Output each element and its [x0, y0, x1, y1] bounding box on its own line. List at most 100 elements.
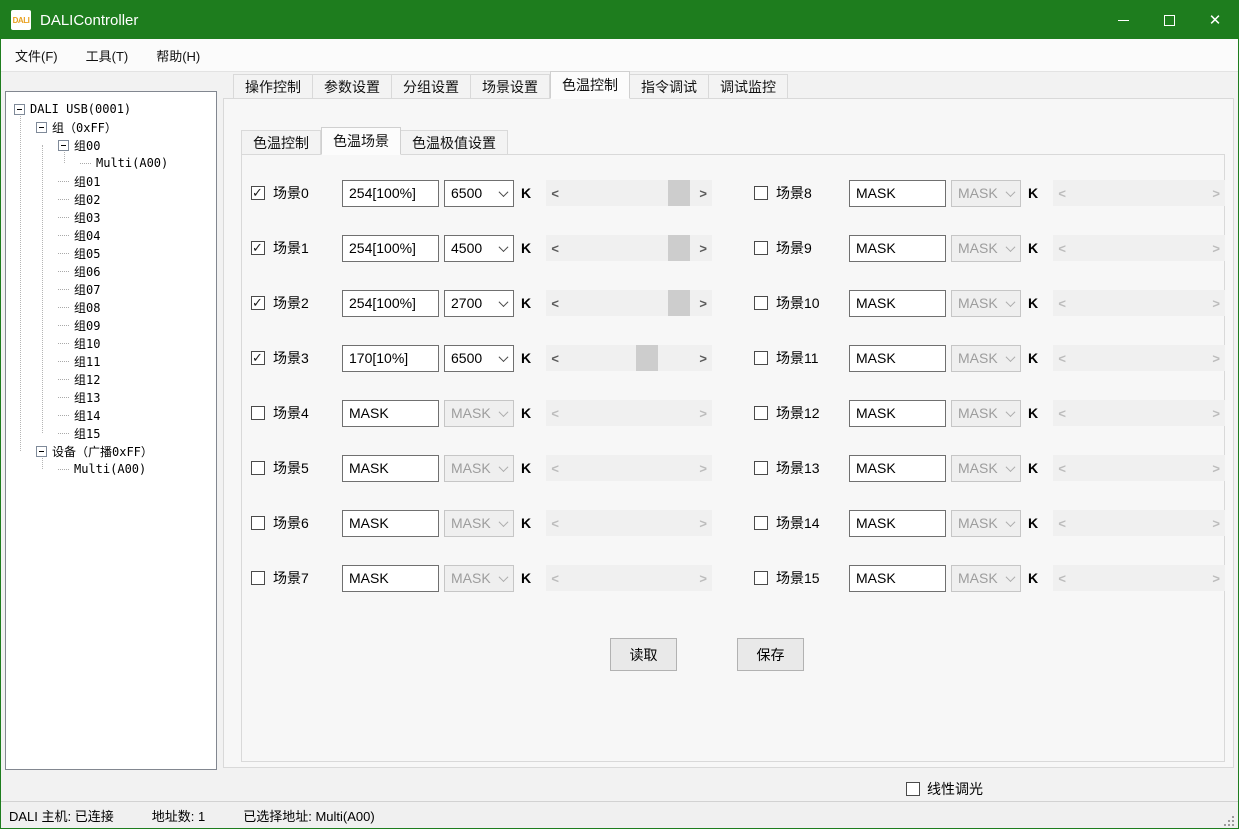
scroll-right-arrow-icon: >: [1207, 455, 1225, 481]
scene-level-input[interactable]: [849, 345, 946, 372]
scene-temp-select[interactable]: 2700: [444, 290, 514, 317]
tree-expand-toggle[interactable]: [14, 104, 25, 115]
subtab-color-temp-scene[interactable]: 色温场景: [321, 127, 401, 155]
scroll-right-arrow-icon[interactable]: >: [694, 345, 712, 371]
tab-operation-control[interactable]: 操作控制: [233, 74, 313, 99]
scene-checkbox[interactable]: [251, 351, 265, 365]
tree-node-label[interactable]: 组12: [74, 371, 100, 388]
tree-node-label[interactable]: 组15: [74, 425, 100, 442]
scroll-thumb[interactable]: [668, 235, 690, 261]
linear-dimming-option[interactable]: 线性调光: [906, 779, 983, 799]
scene-level-input[interactable]: [849, 290, 946, 317]
scene-scrollbar[interactable]: <>: [546, 345, 712, 371]
menu-tools[interactable]: 工具(T): [72, 39, 143, 71]
scroll-right-arrow-icon[interactable]: >: [694, 290, 712, 316]
scene-temp-select: MASK: [951, 180, 1021, 207]
scene-level-input[interactable]: [849, 180, 946, 207]
scene-checkbox[interactable]: [754, 241, 768, 255]
tree-node-label[interactable]: 组08: [74, 299, 100, 316]
scene-checkbox[interactable]: [251, 406, 265, 420]
scene-temp-select[interactable]: 6500: [444, 180, 514, 207]
scroll-left-arrow-icon[interactable]: <: [546, 180, 564, 206]
tree-node-label[interactable]: 组10: [74, 335, 100, 352]
tree-node-label[interactable]: Multi(A00): [96, 156, 168, 170]
scene-checkbox[interactable]: [251, 461, 265, 475]
scene-checkbox[interactable]: [251, 296, 265, 310]
read-button[interactable]: 读取: [610, 638, 677, 671]
tree-node-label[interactable]: 组（0xFF）: [52, 119, 117, 136]
scene-checkbox[interactable]: [754, 351, 768, 365]
scene-level-input[interactable]: [342, 400, 439, 427]
minimize-button[interactable]: [1100, 1, 1146, 39]
scene-level-input[interactable]: [342, 455, 439, 482]
tab-color-temp-control[interactable]: 色温控制: [550, 71, 630, 99]
scene-checkbox[interactable]: [754, 461, 768, 475]
scene-checkbox[interactable]: [251, 516, 265, 530]
scene-level-input[interactable]: [342, 290, 439, 317]
tree-node-label[interactable]: 组05: [74, 245, 100, 262]
tree-node-label[interactable]: 组06: [74, 263, 100, 280]
tree-node-label[interactable]: 组01: [74, 173, 100, 190]
scene-level-input[interactable]: [342, 565, 439, 592]
scene-checkbox[interactable]: [754, 516, 768, 530]
scene-level-input[interactable]: [849, 565, 946, 592]
tree-node-label[interactable]: 组03: [74, 209, 100, 226]
menu-file[interactable]: 文件(F): [1, 39, 72, 71]
scene-level-input[interactable]: [849, 235, 946, 262]
save-button[interactable]: 保存: [737, 638, 804, 671]
tree-expand-toggle[interactable]: [58, 140, 69, 151]
scene-checkbox[interactable]: [754, 406, 768, 420]
tree-node-label[interactable]: Multi(A00): [74, 462, 146, 476]
close-button[interactable]: ✕: [1192, 1, 1238, 39]
maximize-button[interactable]: [1146, 1, 1192, 39]
scene-checkbox[interactable]: [251, 186, 265, 200]
scene-temp-select[interactable]: 6500: [444, 345, 514, 372]
scroll-right-arrow-icon[interactable]: >: [694, 235, 712, 261]
resize-grip-icon[interactable]: [1224, 816, 1226, 818]
scene-scrollbar[interactable]: <>: [546, 180, 712, 206]
tree-node-label[interactable]: 组09: [74, 317, 100, 334]
tab-grouping-settings[interactable]: 分组设置: [392, 74, 471, 99]
scroll-left-arrow-icon[interactable]: <: [546, 290, 564, 316]
scene-level-input[interactable]: [342, 235, 439, 262]
scene-checkbox[interactable]: [754, 571, 768, 585]
tree-node-label[interactable]: 设备（广播0xFF）: [52, 443, 153, 460]
scene-level-input[interactable]: [342, 510, 439, 537]
scene-checkbox[interactable]: [754, 296, 768, 310]
tab-parameter-settings[interactable]: 参数设置: [313, 74, 392, 99]
tree-node-label[interactable]: 组13: [74, 389, 100, 406]
tree-node-label[interactable]: 组04: [74, 227, 100, 244]
scroll-right-arrow-icon[interactable]: >: [694, 180, 712, 206]
menu-help[interactable]: 帮助(H): [142, 39, 214, 71]
scroll-thumb[interactable]: [636, 345, 658, 371]
subtab-color-temp-limits[interactable]: 色温极值设置: [401, 130, 508, 155]
tree-node-label[interactable]: 组07: [74, 281, 100, 298]
scene-checkbox[interactable]: [251, 241, 265, 255]
tree-node-label[interactable]: 组11: [74, 353, 100, 370]
scene-level-input[interactable]: [342, 180, 439, 207]
tree-node-label[interactable]: 组00: [74, 137, 100, 154]
scene-scrollbar[interactable]: <>: [546, 235, 712, 261]
scene-scrollbar[interactable]: <>: [546, 290, 712, 316]
tree-expand-toggle[interactable]: [36, 446, 47, 457]
tree-node-label[interactable]: DALI USB(0001): [30, 102, 131, 116]
scroll-thumb[interactable]: [668, 180, 690, 206]
scene-level-input[interactable]: [849, 400, 946, 427]
tab-scene-settings[interactable]: 场景设置: [471, 74, 550, 99]
tab-command-debug[interactable]: 指令调试: [630, 74, 709, 99]
scroll-left-arrow-icon[interactable]: <: [546, 235, 564, 261]
scene-level-input[interactable]: [342, 345, 439, 372]
scene-checkbox[interactable]: [754, 186, 768, 200]
subtab-color-temp-control[interactable]: 色温控制: [241, 130, 321, 155]
scroll-thumb[interactable]: [668, 290, 690, 316]
tree-expand-toggle[interactable]: [36, 122, 47, 133]
tree-node-label[interactable]: 组02: [74, 191, 100, 208]
tree-node-label[interactable]: 组14: [74, 407, 100, 424]
scroll-left-arrow-icon[interactable]: <: [546, 345, 564, 371]
scene-temp-select[interactable]: 4500: [444, 235, 514, 262]
tab-debug-monitor[interactable]: 调试监控: [709, 74, 788, 99]
scene-level-input[interactable]: [849, 510, 946, 537]
linear-dimming-checkbox[interactable]: [906, 782, 920, 796]
scene-checkbox[interactable]: [251, 571, 265, 585]
scene-level-input[interactable]: [849, 455, 946, 482]
